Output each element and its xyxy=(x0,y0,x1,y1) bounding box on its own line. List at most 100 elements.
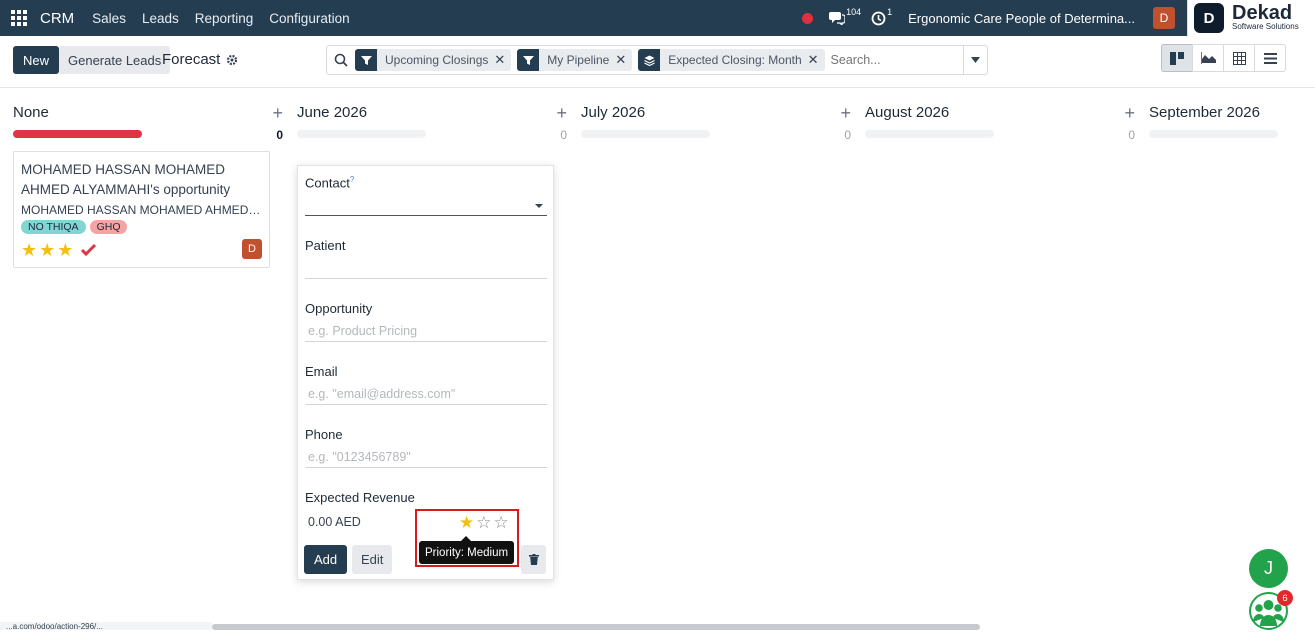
check-icon[interactable] xyxy=(81,243,97,257)
opportunity-input[interactable]: e.g. Product Pricing xyxy=(305,316,547,342)
list-icon xyxy=(1263,52,1277,64)
control-panel: New Generate Leads Forecast Upcoming Clo… xyxy=(0,36,1315,88)
add-to-column-button[interactable]: + xyxy=(840,104,851,122)
card-title: MOHAMED HASSAN MOHAMED AHMED ALYAMMAHI's… xyxy=(21,162,231,197)
trash-icon xyxy=(528,554,539,565)
card-priority: ★ ★ ★ xyxy=(21,241,97,259)
star-icon[interactable]: ★ xyxy=(21,241,37,259)
search-input[interactable] xyxy=(830,53,976,67)
column-count: 0 xyxy=(1128,128,1135,142)
user-avatar[interactable]: D xyxy=(1153,7,1175,29)
tag-badge: GHQ xyxy=(89,220,128,234)
add-to-column-button[interactable]: + xyxy=(272,104,283,122)
star-icon[interactable]: ★ xyxy=(39,241,55,259)
gear-icon[interactable] xyxy=(226,54,238,66)
remove-facet-button[interactable]: ✕ xyxy=(615,52,632,68)
edit-button[interactable]: Edit xyxy=(352,545,393,574)
patient-label: Patient xyxy=(305,238,346,253)
apps-menu-icon[interactable] xyxy=(0,0,38,36)
area-chart-icon xyxy=(1200,52,1216,64)
contact-field: Contact? xyxy=(305,175,547,217)
recording-indicator[interactable] xyxy=(802,12,814,24)
add-to-column-button[interactable]: + xyxy=(556,104,567,122)
discard-button[interactable] xyxy=(521,545,546,574)
layers-icon xyxy=(638,49,661,71)
horizontal-scrollbar[interactable] xyxy=(212,624,980,630)
messages-count: 104 xyxy=(846,7,862,17)
patient-field: Patient xyxy=(305,238,547,279)
chevron-down-icon[interactable] xyxy=(535,204,543,209)
column-title[interactable]: None xyxy=(13,104,49,121)
new-button[interactable]: New xyxy=(13,46,60,74)
salesperson-avatar[interactable]: D xyxy=(242,239,262,259)
logo-name: Dekad xyxy=(1232,2,1293,24)
generate-leads-button[interactable]: Generate Leads xyxy=(59,46,171,74)
column-title[interactable]: July 2026 xyxy=(581,104,645,121)
filter-icon xyxy=(517,49,540,71)
email-label: Email xyxy=(305,364,338,379)
company-logo: D Dekad Software Solutions xyxy=(1187,0,1315,36)
opportunity-card[interactable]: MOHAMED HASSAN MOHAMED AHMED ALYAMMAHI's… xyxy=(13,151,270,268)
column-title[interactable]: June 2026 xyxy=(297,104,367,121)
add-to-column-button[interactable]: + xyxy=(1124,104,1135,122)
app-brand[interactable]: CRM xyxy=(40,10,74,27)
page-title-text: Forecast xyxy=(162,51,221,68)
logo-mark: D xyxy=(1194,3,1224,33)
add-button[interactable]: Add xyxy=(304,545,348,574)
contact-input[interactable] xyxy=(305,190,547,217)
card-customer: MOHAMED HASSAN MOHAMED AHMED A... xyxy=(21,203,262,217)
search-icon[interactable] xyxy=(327,53,355,67)
table-grid-icon xyxy=(1232,51,1246,65)
column-progress-bar[interactable] xyxy=(1149,130,1278,138)
menu-sales[interactable]: Sales xyxy=(92,11,126,26)
filter-icon xyxy=(355,49,377,71)
page-title: Forecast xyxy=(162,51,238,68)
facet-label: My Pipeline xyxy=(547,53,610,67)
company-switcher[interactable]: Ergonomic Care People of Determina... xyxy=(908,11,1135,26)
column-progress-bar[interactable] xyxy=(13,130,142,138)
priority-widget: ★ ☆ ☆ xyxy=(459,514,509,532)
phone-input[interactable]: e.g. "0123456789" xyxy=(305,442,547,468)
star-icon[interactable]: ★ xyxy=(57,241,73,259)
messages-button[interactable]: 104 xyxy=(829,7,861,25)
column-progress-bar[interactable] xyxy=(297,130,426,138)
star-outline-icon[interactable]: ☆ xyxy=(476,514,491,532)
column-progress-bar[interactable] xyxy=(581,130,710,138)
remove-facet-button[interactable]: ✕ xyxy=(808,52,825,68)
help-icon[interactable]: ? xyxy=(350,175,354,184)
star-outline-icon[interactable]: ☆ xyxy=(494,514,509,532)
revenue-label: Expected Revenue xyxy=(305,490,415,505)
opportunity-field: Opportunity e.g. Product Pricing xyxy=(305,301,547,342)
kanban-icon xyxy=(1170,51,1184,65)
list-view-button[interactable] xyxy=(1254,44,1286,72)
contact-label: Contact xyxy=(305,175,350,191)
pivot-view-button[interactable] xyxy=(1223,44,1255,72)
activities-count: 1 xyxy=(887,7,893,17)
notification-badge: 6 xyxy=(1277,590,1293,606)
search-bar: Upcoming Closings ✕ My Pipeline ✕ Expect… xyxy=(326,45,988,75)
column-title[interactable]: August 2026 xyxy=(865,104,949,121)
remove-facet-button[interactable]: ✕ xyxy=(494,52,511,68)
column-title[interactable]: September 2026 xyxy=(1149,104,1260,121)
star-icon[interactable]: ★ xyxy=(459,514,474,532)
graph-view-button[interactable] xyxy=(1192,44,1224,72)
menu-configuration[interactable]: Configuration xyxy=(269,11,349,26)
email-input[interactable]: e.g. "email@address.com" xyxy=(305,379,547,405)
kanban-view-button[interactable] xyxy=(1161,44,1193,72)
facet-label: Expected Closing: Month xyxy=(668,53,802,67)
phone-label: Phone xyxy=(305,427,343,442)
menu-reporting[interactable]: Reporting xyxy=(195,11,254,26)
tag-badge: NO THIQA xyxy=(21,220,86,234)
phone-field: Phone e.g. "0123456789" xyxy=(305,427,547,468)
activities-button[interactable]: 1 xyxy=(871,7,892,26)
facet-group-by-month: Expected Closing: Month ✕ xyxy=(638,49,825,71)
facet-label: Upcoming Closings xyxy=(385,53,489,67)
status-bar-url: ...a.com/odoo/action-296/... xyxy=(0,622,212,630)
menu-leads[interactable]: Leads xyxy=(142,11,179,26)
column-count: 0 xyxy=(844,128,851,142)
column-progress-bar[interactable] xyxy=(865,130,994,138)
search-options-toggle[interactable] xyxy=(963,46,987,74)
chat-user-button[interactable]: J xyxy=(1249,549,1288,588)
facet-my-pipeline: My Pipeline ✕ xyxy=(517,49,633,71)
patient-input[interactable] xyxy=(305,253,547,279)
